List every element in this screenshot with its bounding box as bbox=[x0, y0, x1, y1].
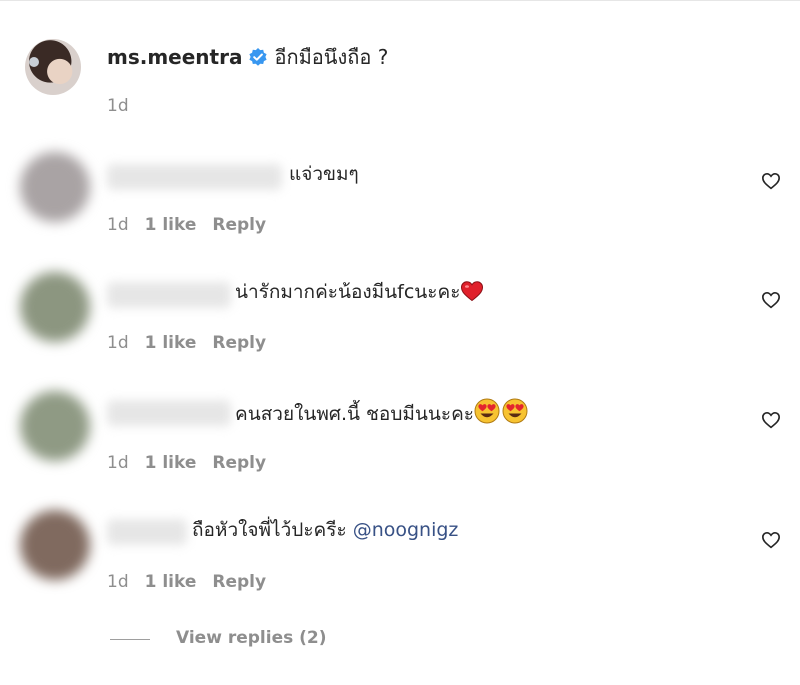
comment-text: คนสวยในพศ.นี้ ชอบมีนนะคะ bbox=[235, 403, 475, 425]
reply-button[interactable]: Reply bbox=[212, 333, 266, 353]
commenter-username-blurred[interactable] bbox=[107, 400, 231, 426]
like-heart-icon[interactable] bbox=[760, 289, 782, 311]
comment-likes-count[interactable]: 1 like bbox=[145, 333, 197, 353]
comment-text-line: ถือหัวใจพี่ไว้ปะครีะ @noognigz bbox=[192, 517, 458, 543]
comment-meta: 1d 1 like Reply bbox=[107, 333, 282, 353]
comment-row: น่ารักมากค่ะน้องมีนfcนะคะ 1d 1 like Reply bbox=[0, 266, 800, 384]
commenter-avatar[interactable] bbox=[20, 272, 90, 342]
comment-text-line: น่ารักมากค่ะน้องมีนfcนะคะ bbox=[235, 279, 484, 309]
reply-button[interactable]: Reply bbox=[212, 572, 266, 592]
caption-avatar[interactable] bbox=[25, 39, 81, 95]
comment-meta: 1d 1 like Reply bbox=[107, 215, 282, 235]
view-replies-button[interactable]: View replies (2) bbox=[176, 628, 327, 648]
comment-timestamp: 1d bbox=[107, 453, 129, 473]
comment-meta: 1d 1 like Reply bbox=[107, 453, 282, 473]
reply-button[interactable]: Reply bbox=[212, 453, 266, 473]
top-divider bbox=[0, 0, 800, 1]
red-heart-emoji-icon bbox=[460, 280, 484, 309]
caption-timestamp: 1d bbox=[107, 96, 129, 116]
reply-button[interactable]: Reply bbox=[212, 215, 266, 235]
comment-likes-count[interactable]: 1 like bbox=[145, 572, 197, 592]
commenter-username-blurred[interactable] bbox=[107, 164, 282, 190]
comment-timestamp: 1d bbox=[107, 215, 129, 235]
comment-timestamp: 1d bbox=[107, 333, 129, 353]
commenter-username-blurred[interactable] bbox=[107, 519, 187, 545]
comment-row: แจ่วขมๆ 1d 1 like Reply bbox=[0, 148, 800, 266]
comment-row: คนสวยในพศ.นี้ ชอบมีนนะคะ 1d 1 like Reply bbox=[0, 385, 800, 503]
comment-text: แจ่วขมๆ bbox=[289, 163, 359, 185]
commenter-avatar[interactable] bbox=[20, 152, 90, 222]
like-heart-icon[interactable] bbox=[760, 170, 782, 192]
comment-text: ถือหัวใจพี่ไว้ปะครีะ bbox=[192, 519, 353, 541]
heart-eyes-emoji-icon bbox=[502, 398, 528, 431]
comment-text: น่ารักมากค่ะน้องมีนfcนะคะ bbox=[235, 281, 461, 303]
user-mention-link[interactable]: @noognigz bbox=[353, 519, 459, 541]
comment-likes-count[interactable]: 1 like bbox=[145, 453, 197, 473]
commenter-username-blurred[interactable] bbox=[107, 282, 231, 308]
comment-timestamp: 1d bbox=[107, 572, 129, 592]
caption-text: อีกมือนึงถือ ? bbox=[274, 45, 389, 69]
caption-username[interactable]: ms.meentra bbox=[107, 45, 242, 69]
like-heart-icon[interactable] bbox=[760, 409, 782, 431]
like-heart-icon[interactable] bbox=[760, 529, 782, 551]
heart-eyes-emoji-icon bbox=[474, 398, 500, 431]
comment-likes-count[interactable]: 1 like bbox=[145, 215, 197, 235]
comment-row: ถือหัวใจพี่ไว้ปะครีะ @noognigz 1d 1 like R… bbox=[0, 504, 800, 622]
commenter-avatar[interactable] bbox=[20, 510, 90, 580]
commenter-avatar[interactable] bbox=[20, 391, 90, 461]
comment-meta: 1d 1 like Reply bbox=[107, 572, 282, 592]
replies-divider-line bbox=[110, 639, 150, 640]
verified-badge-icon bbox=[248, 47, 268, 73]
caption-line: ms.meentra อีกมือนึงถือ ? bbox=[107, 44, 388, 73]
comment-text-line: คนสวยในพศ.นี้ ชอบมีนนะคะ bbox=[235, 398, 528, 431]
